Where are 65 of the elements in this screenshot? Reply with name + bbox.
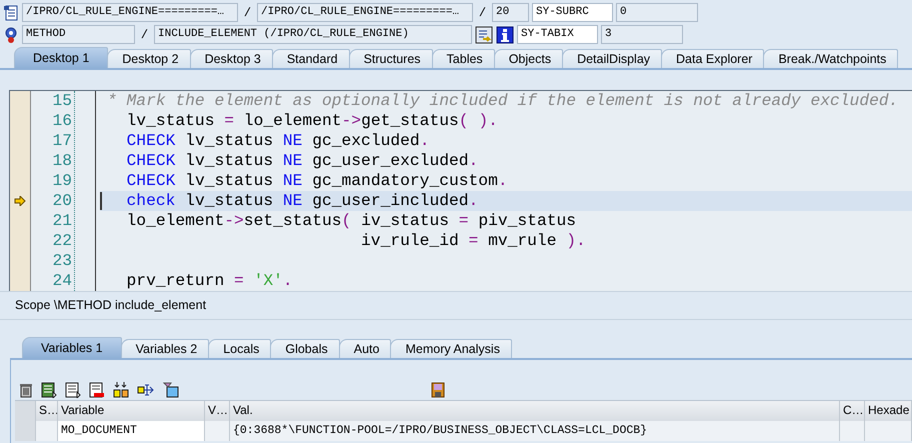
line-field[interactable]: 20 [492, 3, 529, 22]
line-number: 17 [51, 131, 72, 151]
line-number: 22 [51, 231, 72, 251]
system-field-value[interactable]: 3 [601, 25, 683, 44]
table-cell [865, 421, 912, 441]
code-line: prv_return = 'X'. [126, 271, 293, 291]
line-number: 24 [51, 271, 72, 291]
tab[interactable]: Desktop 2 [107, 49, 191, 68]
event-field[interactable]: INCLUDE_ELEMENT (/IPRO/CL_RULE_ENGINE) [154, 25, 472, 44]
system-field-name[interactable]: SY-SUBRC [532, 3, 613, 22]
code-line: lv_status = lo_element->get_status( ). [126, 111, 498, 131]
table-cell [36, 421, 58, 441]
tab[interactable]: Locals [208, 339, 272, 358]
text-cursor [100, 192, 102, 210]
tab[interactable]: Structures [348, 49, 433, 68]
code-comment: * Mark the element as optionally included if the element is not already excluded. [107, 91, 898, 111]
tab[interactable]: DetailDisplay [562, 49, 662, 68]
table-cell [840, 421, 865, 441]
tab[interactable]: Desktop 1 [14, 47, 108, 68]
tab[interactable]: Variables 1 [22, 337, 122, 358]
arrows-down-icon[interactable] [113, 382, 129, 398]
document-icon [3, 4, 19, 20]
tab[interactable]: Desktop 3 [190, 49, 273, 68]
tab[interactable]: Data Explorer [661, 49, 764, 68]
line-number: 18 [51, 151, 72, 171]
separator: / [140, 28, 150, 42]
info-icon[interactable] [496, 26, 514, 44]
tab[interactable]: Auto [338, 339, 392, 358]
tab[interactable]: Memory Analysis [390, 339, 512, 358]
program-field[interactable]: /IPRO/CL_RULE_ENGINE=========… [22, 3, 238, 22]
code-line: lo_element->set_status( iv_status = piv_status [126, 211, 576, 231]
line-number: 21 [51, 211, 72, 231]
code-line: CHECK lv_status NE gc_mandatory_custom. [126, 171, 508, 191]
trash-icon[interactable] [19, 382, 33, 398]
line-number: 19 [51, 171, 72, 191]
filter-box-icon[interactable] [163, 382, 179, 398]
scope-label: Scope \METHOD include_element [0, 292, 912, 320]
code-line: CHECK lv_status NE gc_excluded. [126, 131, 430, 151]
list-icon[interactable] [41, 382, 57, 398]
table-cell [205, 421, 230, 441]
table-cell: MO_DOCUMENT [58, 421, 205, 441]
event-type-field[interactable]: METHOD [22, 25, 135, 44]
code-line: CHECK lv_status NE gc_user_excluded. [126, 151, 478, 171]
tab[interactable]: Objects [494, 49, 564, 68]
save-icon[interactable] [431, 382, 445, 398]
tab[interactable]: Standard [272, 49, 350, 68]
branch-arrows-icon[interactable] [137, 382, 155, 398]
system-field-name[interactable]: SY-TABIX [517, 25, 598, 44]
code-line: iv_rule_id = mv_rule ). [360, 231, 586, 251]
code-line: check lv_status NE gc_user_included. [126, 191, 478, 211]
list-remove-icon[interactable] [89, 382, 105, 398]
tab[interactable]: Tables [432, 49, 495, 68]
tab[interactable]: Globals [270, 339, 340, 358]
list-icon[interactable] [65, 382, 81, 398]
system-field-value[interactable]: 0 [616, 3, 698, 22]
tab[interactable]: Variables 2 [120, 339, 210, 358]
separator: / [242, 6, 252, 20]
tab[interactable]: Break./Watchpoints [763, 49, 898, 68]
line-number: 20 [51, 191, 72, 211]
table-cell: {0:3688*\FUNCTION-POOL=/IPRO/BUSINESS_OBJECT\CLASS=LCL_DOCB} [230, 421, 840, 441]
separator: / [478, 6, 488, 20]
include-field[interactable]: /IPRO/CL_RULE_ENGINE=========… [257, 3, 473, 22]
line-number: 15 [51, 91, 72, 111]
line-number: 23 [51, 251, 72, 271]
line-number: 16 [51, 111, 72, 131]
